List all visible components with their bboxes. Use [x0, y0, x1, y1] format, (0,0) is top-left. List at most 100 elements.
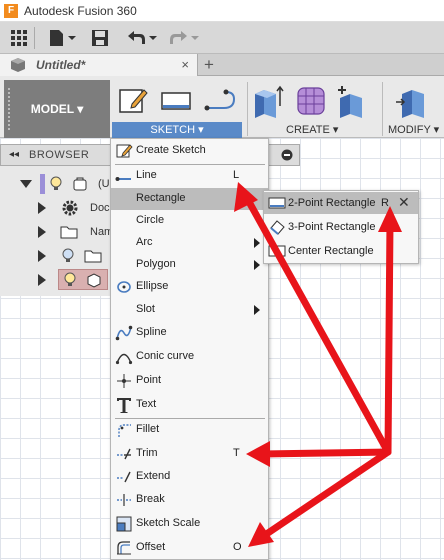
- browser-options-icon[interactable]: [281, 149, 293, 161]
- redo-button[interactable]: [167, 24, 199, 52]
- menu-item-ellipse[interactable]: Ellipse: [111, 276, 268, 298]
- browser-tree: (U Doc Nam: [0, 166, 113, 296]
- tree-row-document-settings[interactable]: Doc: [0, 196, 112, 220]
- undo-icon: [128, 30, 157, 44]
- submenu-item-label: 2-Point Rectangle: [288, 197, 376, 209]
- pin-to-toolbar-icon[interactable]: ✕: [398, 194, 410, 211]
- create-sketch-icon[interactable]: [118, 86, 148, 116]
- arc-tool-icon[interactable]: [204, 86, 238, 116]
- menu-item-label: Extend: [136, 470, 171, 482]
- gear-icon: [62, 200, 78, 216]
- toolbar-divider: [34, 26, 35, 49]
- submenu-arrow-icon: [254, 238, 260, 248]
- close-tab-icon[interactable]: ×: [181, 57, 189, 72]
- menu-item-label: Break: [136, 493, 165, 505]
- sketch-dropdown-button[interactable]: SKETCH ▾: [112, 122, 242, 138]
- spline-icon: [115, 325, 133, 341]
- extrude-icon[interactable]: [252, 84, 284, 118]
- menu-item-label: Trim: [136, 447, 158, 459]
- tree-item-label: (U: [98, 178, 110, 190]
- menu-item-conic-curve[interactable]: Conic curve: [111, 346, 268, 368]
- menu-item-polygon[interactable]: Polygon: [111, 254, 268, 276]
- undo-button[interactable]: [125, 24, 157, 52]
- toolbar-ribbon: MODEL ▾ SKETCH ▾ CREATE ▾ MODIFY ▾: [0, 76, 444, 138]
- two-point-rectangle-icon: [268, 197, 286, 209]
- expand-icon[interactable]: [38, 226, 46, 238]
- menu-item-center-rectangle[interactable]: Center Rectangle: [264, 240, 418, 262]
- menu-item-3-point-rectangle[interactable]: 3-Point Rectangle: [264, 216, 418, 238]
- menu-item-trim[interactable]: Trim T: [111, 443, 268, 465]
- menu-item-text[interactable]: Text: [111, 394, 268, 416]
- modify-dropdown-label[interactable]: MODIFY ▾: [388, 123, 439, 136]
- menu-item-arc[interactable]: Arc: [111, 232, 268, 254]
- center-rectangle-icon: [268, 245, 286, 257]
- new-tab-icon[interactable]: +: [204, 55, 214, 75]
- document-cube-icon: [11, 58, 25, 72]
- menu-item-label: Sketch Scale: [136, 517, 201, 529]
- menu-item-label: Polygon: [136, 258, 176, 270]
- menu-item-rectangle[interactable]: Rectangle: [111, 188, 268, 210]
- collapse-browser-icon[interactable]: ◂◂: [9, 149, 19, 160]
- form-icon[interactable]: [294, 84, 328, 118]
- rectangle-tool-icon[interactable]: [160, 86, 192, 116]
- submenu-arrow-icon: [254, 305, 260, 315]
- menu-item-offset[interactable]: Offset O: [111, 537, 268, 559]
- menu-item-extend[interactable]: Extend: [111, 466, 268, 488]
- workspace-switcher[interactable]: MODEL ▾: [4, 80, 110, 138]
- text-icon: [117, 398, 131, 413]
- menu-item-shortcut: L: [233, 169, 240, 181]
- sketch-scale-icon: [116, 516, 132, 532]
- menu-item-break[interactable]: Break: [111, 489, 268, 511]
- menu-item-label: Point: [136, 374, 162, 386]
- title-bar: F Autodesk Fusion 360: [0, 0, 444, 22]
- menu-item-label: Slot: [136, 303, 155, 315]
- save-button[interactable]: [91, 24, 109, 52]
- document-tab[interactable]: Untitled* ×: [0, 54, 198, 76]
- create-dropdown-label[interactable]: CREATE ▾: [286, 123, 338, 136]
- lightbulb-off-icon[interactable]: [62, 248, 74, 264]
- menu-item-fillet[interactable]: Fillet: [111, 419, 268, 441]
- tree-row-bodies[interactable]: [0, 268, 112, 292]
- redo-icon: [170, 30, 199, 44]
- document-tab-title: Untitled*: [36, 58, 86, 72]
- menu-item-circle[interactable]: Circle: [111, 210, 268, 232]
- quick-access-toolbar: [0, 22, 444, 54]
- menu-item-sketch-scale[interactable]: Sketch Scale: [111, 513, 268, 535]
- submenu-item-shortcut: R: [381, 197, 389, 209]
- menu-item-spline[interactable]: Spline: [111, 322, 268, 344]
- menu-item-create-sketch[interactable]: Create Sketch: [111, 140, 268, 162]
- press-pull-icon[interactable]: [394, 84, 428, 118]
- menu-item-shortcut: T: [233, 447, 240, 459]
- menu-item-label: Fillet: [136, 423, 160, 435]
- active-marker: [40, 174, 45, 194]
- tree-row-root[interactable]: (U: [0, 172, 112, 196]
- menu-item-2-point-rectangle[interactable]: 2-Point Rectangle R ✕: [264, 192, 418, 214]
- break-icon: [117, 494, 131, 506]
- menu-item-label: Conic curve: [136, 350, 195, 362]
- menu-item-label: Rectangle: [136, 192, 186, 204]
- sketch-dropdown-menu: Create Sketch Line L Rectangle Circle Ar…: [110, 138, 269, 560]
- menu-item-point[interactable]: Point: [111, 370, 268, 392]
- combine-icon[interactable]: [336, 84, 368, 118]
- menu-item-label: Line: [136, 169, 157, 181]
- data-panel-button[interactable]: [10, 24, 28, 52]
- expand-icon[interactable]: [20, 180, 32, 188]
- trim-icon: [117, 448, 131, 460]
- save-icon: [92, 29, 108, 46]
- app-title: Autodesk Fusion 360: [24, 3, 137, 18]
- menu-item-line[interactable]: Line L: [111, 165, 268, 187]
- menu-item-slot[interactable]: Slot: [111, 299, 268, 321]
- rectangle-submenu: 2-Point Rectangle R ✕ 3-Point Rectangle …: [263, 190, 419, 264]
- ribbon-divider: [382, 82, 383, 136]
- expand-icon[interactable]: [38, 274, 46, 286]
- ellipse-icon: [117, 281, 131, 293]
- tree-row-named-views[interactable]: Nam: [0, 220, 113, 244]
- lightbulb-icon[interactable]: [50, 176, 62, 192]
- file-menu-button[interactable]: [47, 24, 77, 52]
- lightbulb-icon[interactable]: [64, 272, 76, 288]
- expand-icon[interactable]: [38, 202, 46, 214]
- submenu-item-label: 3-Point Rectangle: [288, 221, 376, 233]
- tree-row-origin[interactable]: [0, 244, 112, 268]
- expand-icon[interactable]: [38, 250, 46, 262]
- tree-item-label: Doc: [90, 202, 110, 214]
